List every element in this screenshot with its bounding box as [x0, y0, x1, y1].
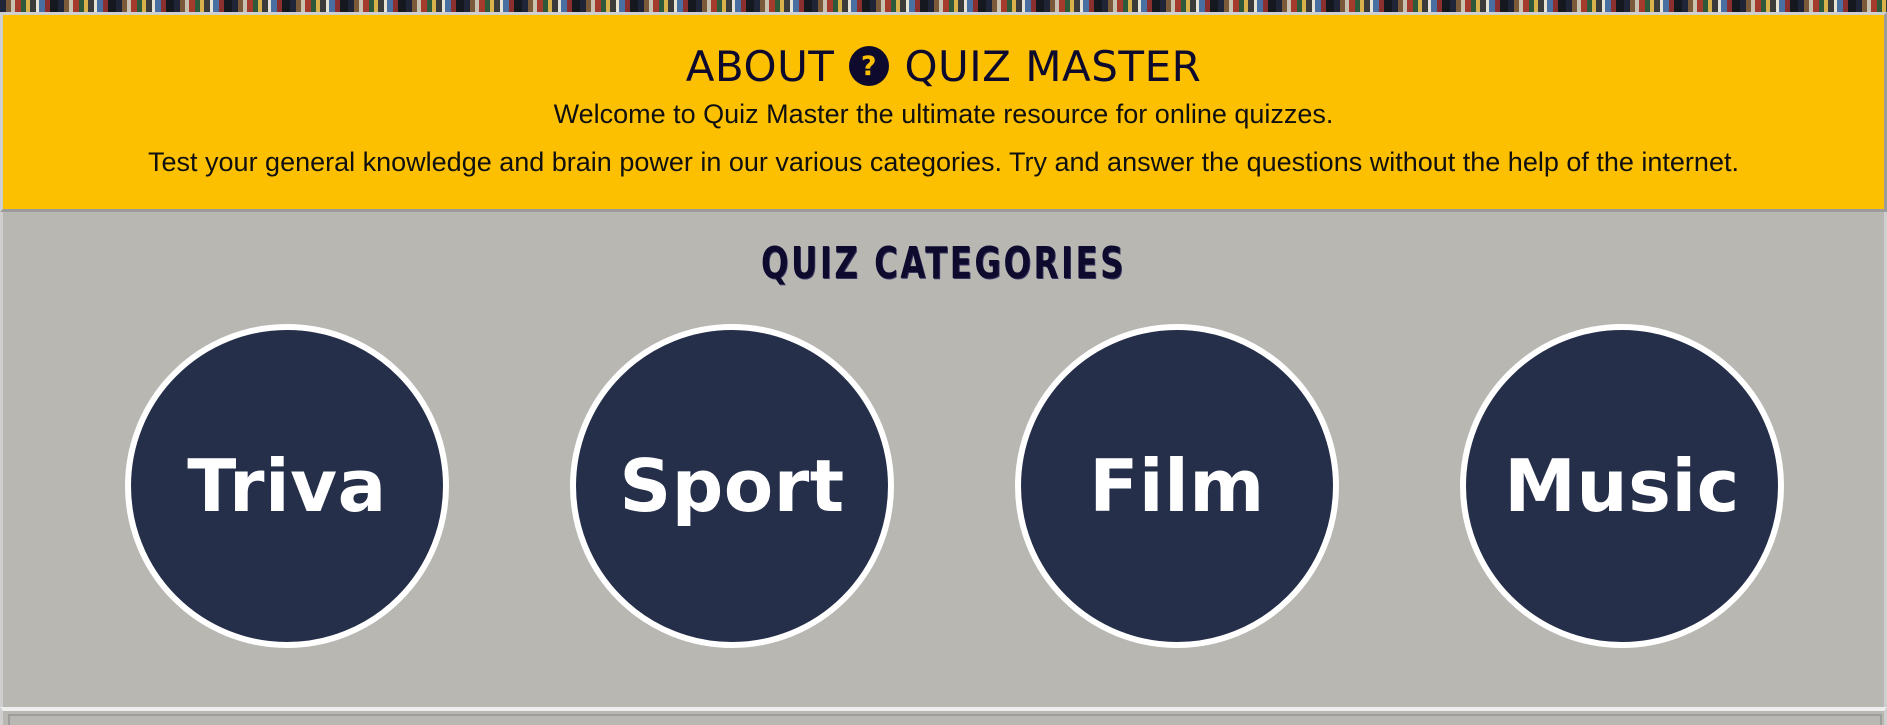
question-circle-icon: ? — [848, 45, 890, 87]
category-label: Triva — [187, 444, 387, 528]
categories-list: Triva Sport Film Music — [3, 324, 1884, 648]
category-button-music[interactable]: Music — [1460, 324, 1784, 648]
category-button-film[interactable]: Film — [1015, 324, 1339, 648]
next-section-edge — [0, 707, 1887, 725]
description-text: Test your general knowledge and brain po… — [148, 147, 1739, 177]
category-button-sport[interactable]: Sport — [570, 324, 894, 648]
about-section: ABOUT ? QUIZ MASTER Welcome to Quiz Mast… — [0, 12, 1887, 212]
svg-text:?: ? — [861, 51, 877, 82]
about-title-prefix: ABOUT — [685, 41, 835, 91]
category-button-triva[interactable]: Triva — [125, 324, 449, 648]
next-section-frame — [8, 714, 1882, 725]
welcome-text: Welcome to Quiz Master the ultimate reso… — [553, 99, 1334, 129]
about-title-suffix: QUIZ MASTER — [904, 41, 1202, 91]
category-label: Sport — [619, 444, 845, 528]
books-banner-image — [0, 0, 1887, 12]
about-title: ABOUT ? QUIZ MASTER — [3, 41, 1884, 91]
category-label: Film — [1089, 444, 1265, 528]
categories-heading: QUIZ CATEGORIES — [760, 238, 1127, 289]
quiz-categories-section: QUIZ CATEGORIES Triva Sport Film Music — [0, 212, 1887, 707]
category-label: Music — [1504, 444, 1740, 528]
